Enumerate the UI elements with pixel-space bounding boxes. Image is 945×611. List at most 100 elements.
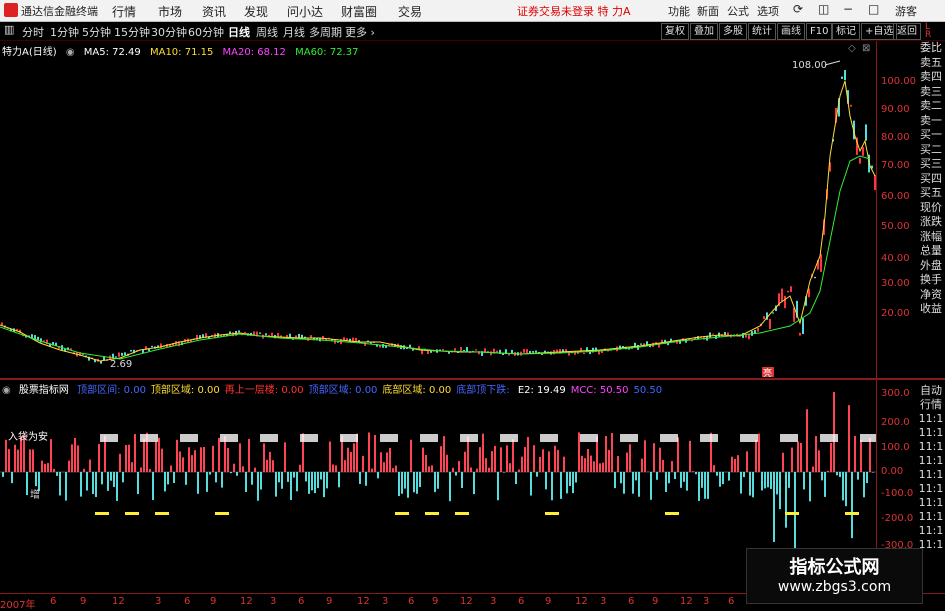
indicator-bar <box>620 472 622 483</box>
period-more[interactable]: 更多 › <box>345 24 375 40</box>
menu-ask[interactable]: 问小达 <box>287 3 323 20</box>
candle <box>523 349 525 353</box>
period-tab[interactable]: 5分钟 <box>82 24 111 40</box>
period-tab[interactable]: 1分钟 <box>50 24 79 40</box>
price-axis: 100.00 90.00 80.00 70.00 60.00 50.00 40.… <box>876 41 917 378</box>
candle <box>532 351 534 353</box>
adjust-button[interactable]: 复权 <box>661 23 689 40</box>
indicator-bar <box>815 436 817 472</box>
indicator-bar <box>452 468 454 472</box>
side-label[interactable]: 卖一 <box>917 114 945 129</box>
indicator-bar <box>788 472 790 488</box>
candle <box>787 291 789 293</box>
toolbar-toggle-icon[interactable]: ▥ <box>4 23 14 36</box>
side-label[interactable]: 净资 <box>917 288 945 303</box>
side-label-lower[interactable]: 11:1 <box>917 412 945 426</box>
side-label-lower[interactable]: 行情 <box>917 398 945 412</box>
side-label-lower[interactable]: 11:1 <box>917 454 945 468</box>
side-label[interactable]: 买三 <box>917 157 945 172</box>
menu-news[interactable]: 资讯 <box>202 3 226 20</box>
side-label[interactable]: 换手 <box>917 273 945 288</box>
guest-user[interactable]: 游客 <box>895 3 917 19</box>
side-label[interactable]: 卖四 <box>917 70 945 85</box>
side-label-lower[interactable]: 自动 <box>917 384 945 398</box>
indicator-bar <box>299 465 301 472</box>
indicator-bar <box>599 463 601 472</box>
top-signal <box>380 434 398 442</box>
indicator-bar <box>269 452 271 472</box>
side-label[interactable]: 外盘 <box>917 259 945 274</box>
indicator-bar <box>530 472 532 496</box>
top-signal <box>180 434 198 442</box>
refresh-icon[interactable]: ⟳ <box>793 2 803 16</box>
side-label[interactable]: 收益 <box>917 302 945 317</box>
period-tab-active[interactable]: 日线 <box>228 24 250 40</box>
side-label-lower[interactable]: 11:1 <box>917 440 945 454</box>
login-warning[interactable]: 证券交易未登录 特 力A <box>517 3 631 19</box>
mark-button[interactable]: 标记 <box>832 23 860 40</box>
indicator-bar <box>110 472 112 481</box>
restore-icon[interactable]: ◫ <box>818 2 829 16</box>
indicator-bar <box>602 463 604 472</box>
menu-discover[interactable]: 发现 <box>244 3 268 20</box>
side-label-lower[interactable]: 11:1 <box>917 510 945 524</box>
maximize-icon[interactable]: □ <box>868 2 879 16</box>
side-label[interactable]: 现价 <box>917 201 945 216</box>
indicator-bar <box>818 450 820 472</box>
side-label[interactable]: 卖五 <box>917 56 945 71</box>
top-signal <box>700 434 718 442</box>
menu-market[interactable]: 市场 <box>158 3 182 20</box>
low-label: 2.69 <box>110 359 132 370</box>
side-label[interactable]: 涨跌 <box>917 215 945 230</box>
menu-newface[interactable]: 新面 <box>697 3 719 19</box>
indicator-bar <box>812 467 814 472</box>
menu-trade[interactable]: 交易 <box>398 3 422 20</box>
period-tab[interactable]: 30分钟 <box>151 24 187 40</box>
add-watchlist-button[interactable]: +自选 <box>861 23 897 40</box>
menu-options[interactable]: 选项 <box>757 3 779 19</box>
side-label-lower[interactable]: 11:1 <box>917 426 945 440</box>
period-tab[interactable]: 多周期 <box>309 24 342 40</box>
back-button[interactable]: 返回 <box>893 23 921 40</box>
stats-button[interactable]: 统计 <box>748 23 776 40</box>
side-label[interactable]: 总量 <box>917 244 945 259</box>
side-label-lower[interactable]: 11:1 <box>917 482 945 496</box>
indicator-bar <box>548 451 550 472</box>
period-tab[interactable]: 月线 <box>283 24 305 40</box>
side-label[interactable]: 买四 <box>917 172 945 187</box>
menu-function[interactable]: 功能 <box>668 3 690 19</box>
indicator-bar <box>392 468 394 472</box>
indicator-bar <box>674 472 676 479</box>
top-signal <box>300 434 318 442</box>
draw-button[interactable]: 画线 <box>777 23 805 40</box>
indicator-bar <box>212 446 214 472</box>
side-label[interactable]: 买二 <box>917 143 945 158</box>
indicator-bar <box>374 435 376 472</box>
side-label-lower[interactable]: 11:1 <box>917 496 945 510</box>
indicator-chart[interactable]: 入袋为安 增 <box>0 392 876 592</box>
minimize-icon[interactable]: − <box>843 2 853 16</box>
indicator-bar <box>377 472 379 478</box>
price-chart[interactable]: 108.00 2.69 亮 <box>0 41 876 378</box>
period-tab[interactable]: 分时 <box>22 24 44 40</box>
side-label[interactable]: 卖二 <box>917 99 945 114</box>
overlay-button[interactable]: 叠加 <box>690 23 718 40</box>
period-tab[interactable]: 周线 <box>256 24 278 40</box>
bottom-signal <box>95 512 109 515</box>
menu-formula[interactable]: 公式 <box>727 3 749 19</box>
f10-button[interactable]: F10 <box>806 23 832 40</box>
menu-quotes[interactable]: 行情 <box>112 3 136 20</box>
period-tab[interactable]: 60分钟 <box>188 24 224 40</box>
indicator-bar <box>470 467 472 472</box>
menu-wealth[interactable]: 财富圈 <box>341 3 377 20</box>
side-label[interactable]: 委比 <box>917 41 945 56</box>
side-label-lower[interactable]: 11:1 <box>917 524 945 538</box>
multi-stock-button[interactable]: 多股 <box>719 23 747 40</box>
side-label[interactable]: 买一 <box>917 128 945 143</box>
panel-divider[interactable] <box>0 378 945 380</box>
side-label[interactable]: 卖三 <box>917 85 945 100</box>
side-label[interactable]: 涨幅 <box>917 230 945 245</box>
side-label-lower[interactable]: 11:1 <box>917 468 945 482</box>
side-label[interactable]: 买五 <box>917 186 945 201</box>
period-tab[interactable]: 15分钟 <box>114 24 150 40</box>
